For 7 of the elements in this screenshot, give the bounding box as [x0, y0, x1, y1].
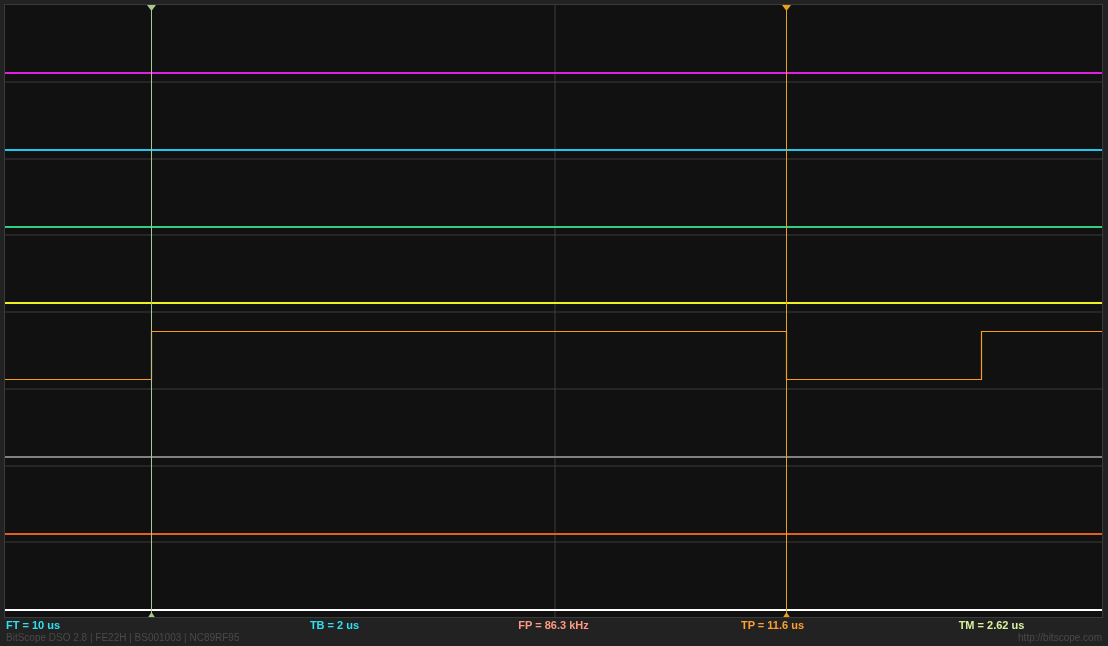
measurement-readout: TB = 2 us — [308, 618, 361, 632]
measurement-readout: FT = 10 us — [6, 618, 62, 632]
measurement-readout: FP = 86.3 kHz — [517, 618, 590, 632]
measurement-readout: TP = 11.6 us — [739, 618, 806, 632]
cursor-line[interactable] — [147, 4, 156, 618]
cursor-line[interactable] — [782, 4, 791, 618]
measurement-readout: TM = 2.62 us — [957, 618, 1026, 632]
